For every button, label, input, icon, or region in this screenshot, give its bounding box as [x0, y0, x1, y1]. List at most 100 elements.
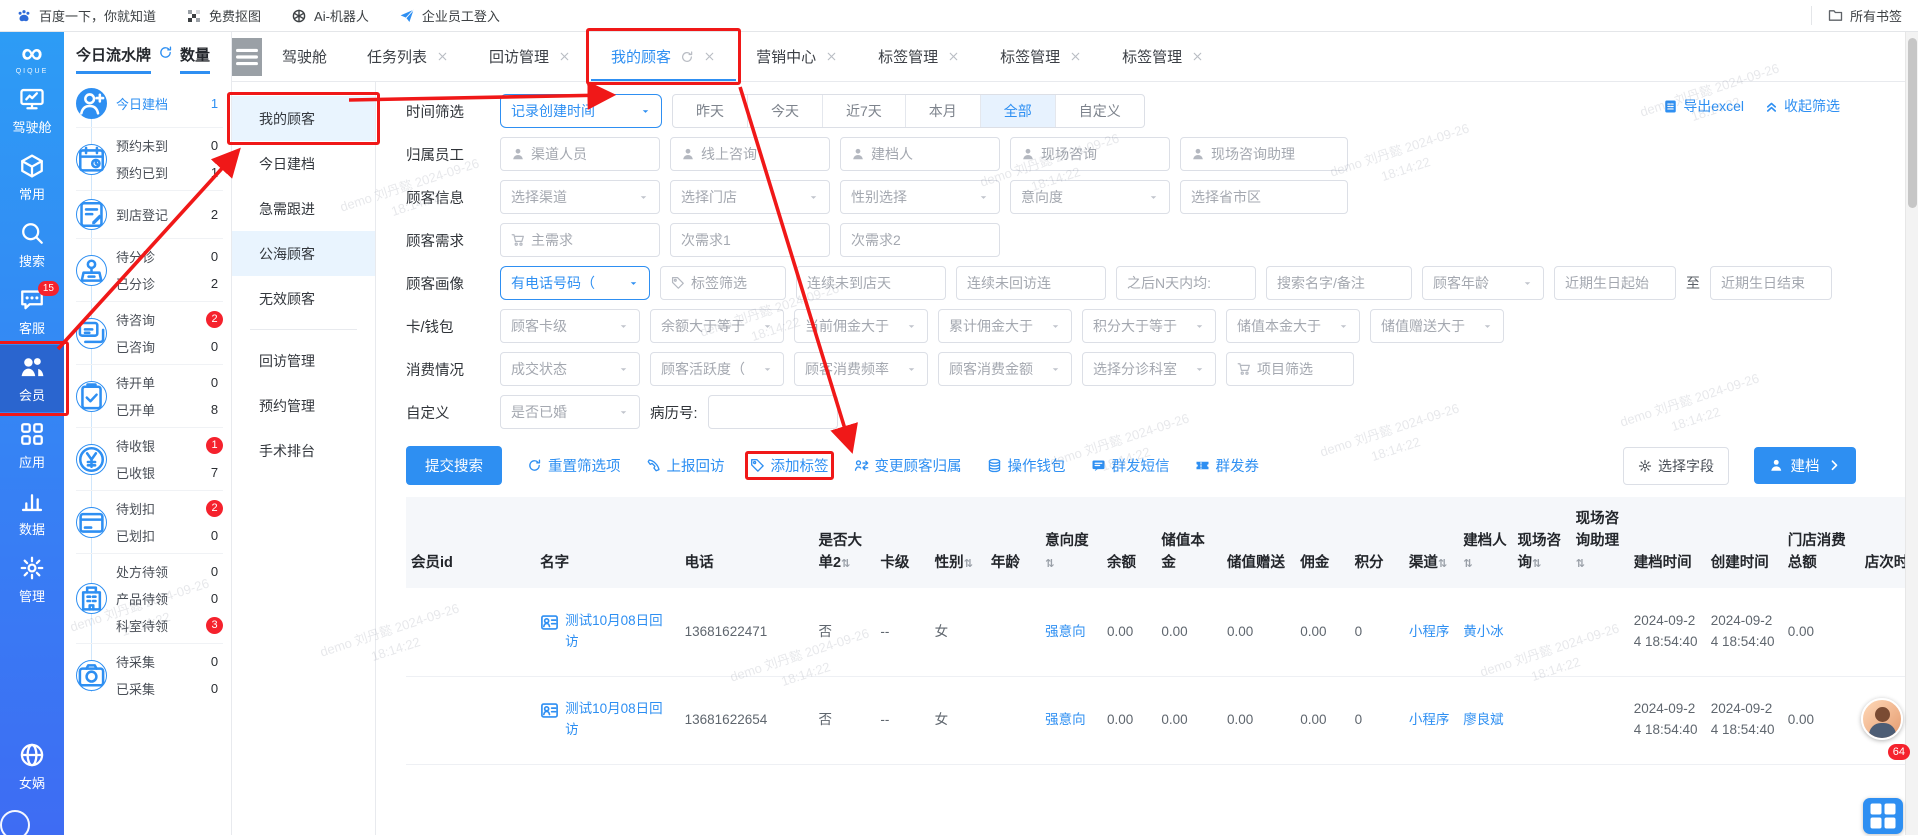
rail-item-常用[interactable]: 常用 — [0, 144, 64, 211]
col-header-phone[interactable]: 电话 — [680, 497, 814, 588]
submit-search-button[interactable]: 提交搜索 — [406, 446, 502, 485]
col-header-file_time[interactable]: 建档时间 — [1629, 497, 1706, 588]
select-是否已婚[interactable]: 是否已婚 — [500, 395, 640, 429]
table-row[interactable]: 测试10月08日回访13681622471否--女强意向0.000.000.00… — [406, 588, 1918, 676]
export-excel-button[interactable]: 导出excel — [1663, 96, 1744, 116]
flow-row-已开单[interactable]: 已开单8 — [116, 400, 223, 419]
tab-close-icon[interactable] — [703, 50, 716, 63]
input-empty[interactable] — [708, 395, 838, 429]
bookmark-item[interactable]: Ai-机器人 — [291, 6, 369, 25]
quick-app-tile[interactable] — [1863, 798, 1903, 834]
col-header-creator[interactable]: 建档人⇅ — [1458, 497, 1512, 588]
input-主需求[interactable]: 主需求 — [500, 223, 660, 257]
col-header-site_assist[interactable]: 现场咨询助理⇅ — [1571, 497, 1629, 588]
nav-item-回访管理[interactable]: 回访管理 — [232, 338, 375, 383]
rail-item-管理[interactable]: 管理 — [0, 546, 64, 613]
col-header-id[interactable]: 会员id — [406, 497, 535, 588]
col-header-intent[interactable]: 意向度⇅ — [1040, 497, 1102, 588]
refresh-icon[interactable] — [158, 45, 173, 60]
flow-row-待咨询[interactable]: 待咨询2 — [116, 310, 223, 329]
input-渠道人员[interactable]: 渠道人员 — [500, 137, 660, 171]
flow-row-待划扣[interactable]: 待划扣2 — [116, 499, 223, 518]
col-header-create_time[interactable]: 创建时间 — [1706, 497, 1783, 588]
customer-name-cell[interactable]: 测试10月08日回访 — [540, 611, 675, 653]
tab-任务列表-1[interactable]: 任务列表 — [347, 32, 469, 81]
select-顾客活跃度（[interactable]: 顾客活跃度（ — [650, 352, 784, 386]
tab-close-icon[interactable] — [558, 50, 571, 63]
customer-name-cell[interactable]: 测试10月08日回访 — [540, 699, 675, 741]
action-变更顾客归属[interactable]: 变更顾客归属 — [854, 455, 962, 476]
rail-item-女娲[interactable]: 女娲 — [0, 733, 64, 800]
select-fields-button[interactable]: 选择字段 — [1623, 447, 1729, 485]
flow-row-科室待领[interactable]: 科室待领3 — [116, 616, 223, 635]
floating-avatar[interactable] — [1861, 698, 1903, 740]
flow-row-已划扣[interactable]: 已划扣0 — [116, 526, 223, 545]
sort-icon[interactable]: ⇅ — [1045, 558, 1054, 570]
tab-标签管理-7[interactable]: 标签管理 — [1102, 32, 1224, 81]
tab-营销中心-4[interactable]: 营销中心 — [736, 32, 858, 81]
col-header-gender[interactable]: 性别⇅ — [930, 497, 986, 588]
col-header-name[interactable]: 名字 — [535, 497, 680, 588]
create-file-button[interactable]: 建档 — [1754, 447, 1856, 484]
menu-burger-icon[interactable] — [232, 38, 262, 76]
input-次需求1[interactable]: 次需求1 — [670, 223, 830, 257]
sort-icon[interactable]: ⇅ — [1463, 558, 1472, 570]
nav-item-我的顾客[interactable]: 我的顾客 — [232, 96, 375, 141]
collapse-filters-button[interactable]: 收起筛选 — [1764, 96, 1840, 116]
rail-item-客服[interactable]: 客服15 — [0, 278, 64, 345]
sort-icon[interactable]: ⇅ — [1438, 558, 1447, 570]
bookmark-item[interactable]: 企业员工登入 — [399, 6, 500, 25]
flow-row-预约已到[interactable]: 预约已到1 — [116, 163, 223, 182]
select-记录创建时间[interactable]: 记录创建时间 — [500, 94, 662, 128]
all-bookmarks-button[interactable]: 所有书签 — [1811, 6, 1902, 25]
nav-item-急需跟进[interactable]: 急需跟进 — [232, 186, 375, 231]
input-连续未到店天[interactable]: 连续未到店天 — [796, 266, 946, 300]
flow-row-今日建档[interactable]: 今日建档1 — [116, 94, 223, 113]
customer-name-link[interactable]: 测试10月08日回访 — [565, 699, 675, 741]
flow-row-产品待领[interactable]: 产品待领0 — [116, 589, 223, 608]
select-选择门店[interactable]: 选择门店 — [670, 180, 830, 214]
col-header-card[interactable]: 卡级 — [875, 497, 929, 588]
input-选择省市区[interactable]: 选择省市区 — [1180, 180, 1348, 214]
select-储值赠送大于[interactable]: 储值赠送大于 — [1370, 309, 1504, 343]
nav-item-公海顾客[interactable]: 公海顾客 — [232, 231, 375, 276]
rail-item-驾驶舱[interactable]: 驾驶舱 — [0, 77, 64, 144]
rail-item-数据[interactable]: 数据 — [0, 479, 64, 546]
select-顾客消费金额[interactable]: 顾客消费金额 — [938, 352, 1072, 386]
chip-全部[interactable]: 全部 — [980, 95, 1055, 127]
select-顾客消费频率[interactable]: 顾客消费频率 — [794, 352, 928, 386]
sort-icon[interactable]: ⇅ — [1532, 558, 1541, 570]
select-选择分诊科室[interactable]: 选择分诊科室 — [1082, 352, 1216, 386]
chip-昨天[interactable]: 昨天 — [673, 95, 747, 127]
customer-name-link[interactable]: 测试10月08日回访 — [565, 611, 675, 653]
input-近期生日结束[interactable]: 近期生日结束 — [1710, 266, 1832, 300]
select-余额大于等于[interactable]: 余额大于等于 — [650, 309, 784, 343]
flow-row-待开单[interactable]: 待开单0 — [116, 373, 223, 392]
tab-close-icon[interactable] — [947, 50, 960, 63]
flow-row-待收银[interactable]: 待收银1 — [116, 436, 223, 455]
tab-我的顾客-3[interactable]: 我的顾客 — [591, 32, 736, 81]
flow-row-处方待领[interactable]: 处方待领0 — [116, 562, 223, 581]
rail-item-搜索[interactable]: 搜索 — [0, 211, 64, 278]
sort-icon[interactable]: ⇅ — [964, 558, 973, 570]
tab-close-icon[interactable] — [1069, 50, 1082, 63]
select-选择渠道[interactable]: 选择渠道 — [500, 180, 660, 214]
col-header-commission[interactable]: 佣金 — [1295, 497, 1349, 588]
rail-item-会员[interactable]: 会员 — [0, 345, 64, 412]
select-顾客卡级[interactable]: 顾客卡级 — [500, 309, 640, 343]
chip-自定义[interactable]: 自定义 — [1055, 95, 1144, 127]
tab-close-icon[interactable] — [825, 50, 838, 63]
rail-item-应用[interactable]: 应用 — [0, 412, 64, 479]
bookmark-item[interactable]: 百度一下，你就知道 — [16, 6, 156, 25]
chip-今天[interactable]: 今天 — [747, 95, 822, 127]
nav-item-手术排台[interactable]: 手术排台 — [232, 428, 375, 473]
nav-item-预约管理[interactable]: 预约管理 — [232, 383, 375, 428]
nav-item-今日建档[interactable]: 今日建档 — [232, 141, 375, 186]
input-近期生日起始[interactable]: 近期生日起始 — [1554, 266, 1676, 300]
action-操作钱包[interactable]: 操作钱包 — [987, 455, 1066, 476]
action-添加标签[interactable]: 添加标签 — [750, 455, 829, 476]
flow-row-待分诊[interactable]: 待分诊0 — [116, 247, 223, 266]
scrollbar[interactable] — [1905, 32, 1918, 835]
tab-回访管理-2[interactable]: 回访管理 — [469, 32, 591, 81]
nav-item-无效顾客[interactable]: 无效顾客 — [232, 276, 375, 321]
